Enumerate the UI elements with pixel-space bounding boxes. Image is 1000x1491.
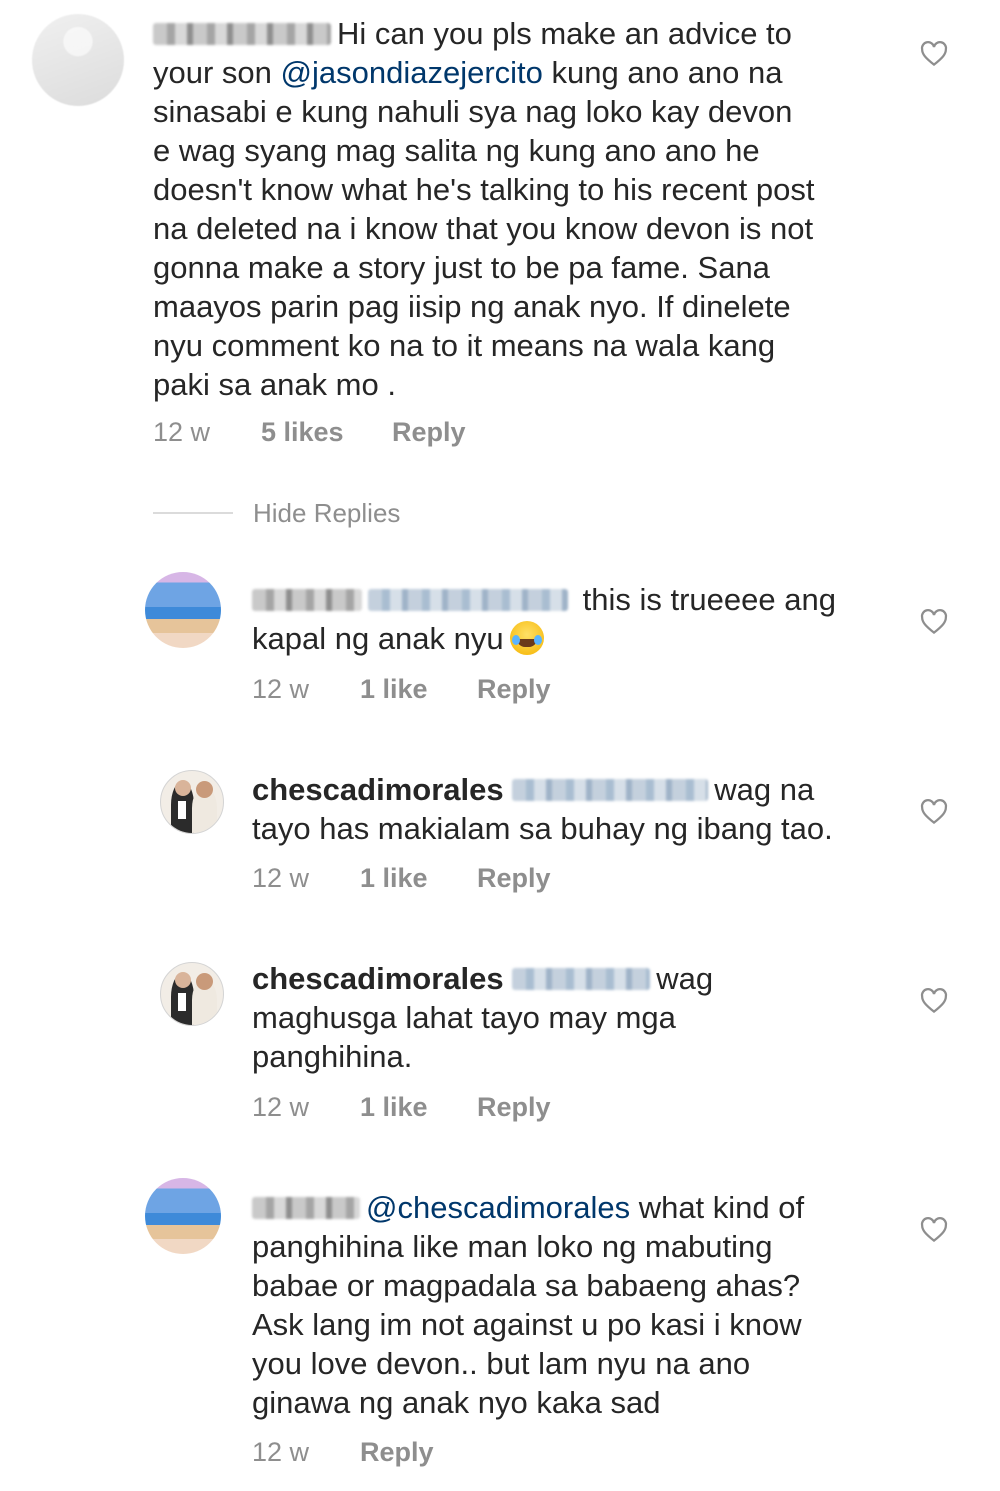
comment-text: Hi can you pls make an advice to your so… — [153, 16, 815, 402]
avatar[interactable] — [160, 962, 224, 1026]
avatar[interactable] — [145, 1178, 221, 1254]
avatar[interactable] — [32, 14, 124, 106]
reply-button[interactable]: Reply — [477, 863, 551, 894]
heart-outline-icon[interactable] — [919, 797, 949, 827]
heart-outline-icon[interactable] — [919, 607, 949, 637]
timestamp: 12 w — [252, 674, 310, 704]
reply-button[interactable]: Reply — [477, 674, 551, 705]
blurred-username[interactable] — [252, 589, 362, 611]
heart-outline-icon[interactable] — [919, 39, 949, 69]
reply-button[interactable]: Reply — [392, 417, 466, 448]
timestamp: 12 w — [252, 1437, 310, 1467]
likes-count[interactable]: 5 likes — [261, 417, 392, 448]
comment-text: chescadimorales wag maghusga lahat tayo … — [252, 961, 714, 1074]
timestamp: 12 w — [252, 863, 310, 893]
mention-link[interactable]: @chescadimorales — [366, 1190, 630, 1225]
heart-outline-icon[interactable] — [919, 1215, 949, 1245]
heart-outline-icon[interactable] — [919, 986, 949, 1016]
likes-count[interactable]: 1 like — [360, 863, 477, 894]
blurred-mention[interactable] — [368, 589, 568, 611]
username-link[interactable]: chescadimorales — [252, 772, 504, 807]
reply-button[interactable]: Reply — [477, 1092, 551, 1123]
avatar[interactable] — [145, 572, 221, 648]
avatar[interactable] — [160, 770, 224, 834]
replies-divider — [153, 512, 233, 514]
likes-count[interactable]: 1 like — [360, 674, 477, 705]
blurred-mention[interactable] — [512, 968, 651, 990]
blurred-mention[interactable] — [512, 779, 709, 801]
comment-meta: 12 w Reply — [252, 1437, 434, 1468]
timestamp: 12 w — [252, 1092, 310, 1122]
username-link[interactable]: chescadimorales — [252, 961, 504, 996]
hide-replies-button[interactable]: Hide Replies — [253, 498, 400, 529]
comment-text: this is trueeee ang kapal ng anak nyu — [252, 582, 836, 656]
blurred-username[interactable] — [153, 23, 331, 45]
comment-meta: 12 w 1 like Reply — [252, 863, 551, 894]
comment-meta: 12 w 5 likes Reply — [153, 417, 466, 448]
comment-text: chescadimorales wag na tayo has makialam… — [252, 772, 833, 846]
laughing-tears-emoji — [509, 621, 544, 655]
blurred-username[interactable] — [252, 1197, 360, 1219]
comment-meta: 12 w 1 like Reply — [252, 1092, 551, 1123]
comment-text: @chescadimorales what kind of panghihina… — [252, 1190, 805, 1420]
comment-meta: 12 w 1 like Reply — [252, 674, 551, 705]
likes-count[interactable]: 1 like — [360, 1092, 477, 1123]
timestamp: 12 w — [153, 417, 211, 447]
reply-button[interactable]: Reply — [360, 1437, 434, 1468]
mention-link[interactable]: @jasondiazejercito — [281, 55, 543, 90]
